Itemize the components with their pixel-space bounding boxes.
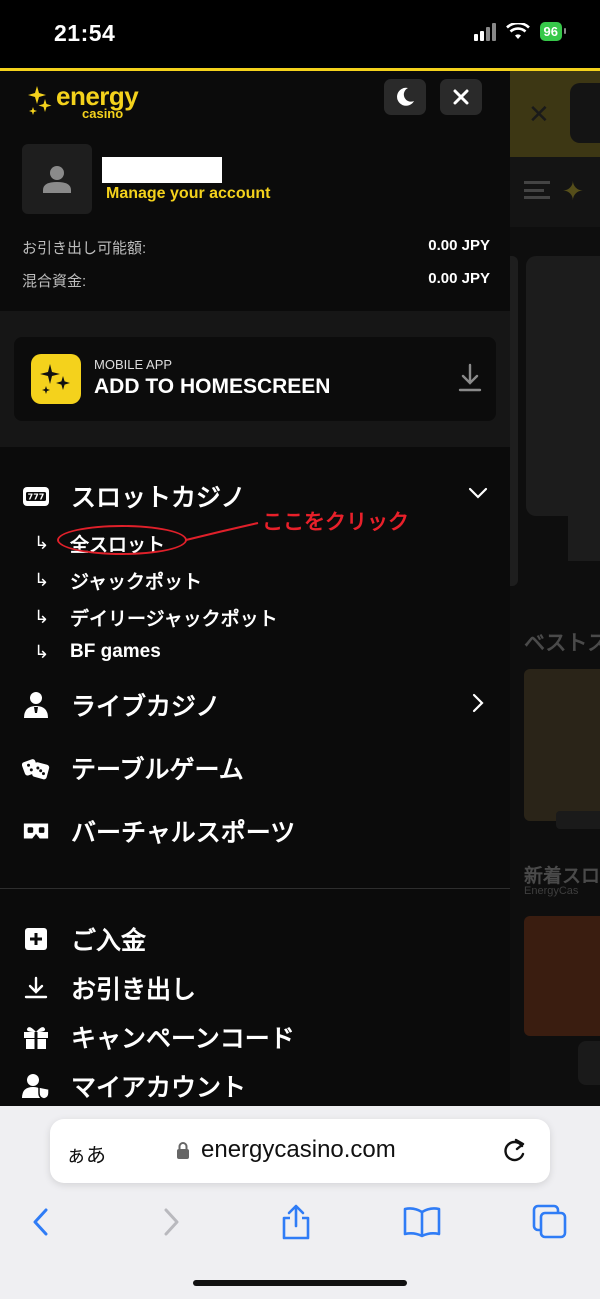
menu-item-label: ご入金 (71, 927, 147, 955)
back-button[interactable] (20, 1202, 60, 1242)
background-best-heading: ベストス (524, 632, 600, 655)
chevron-left-icon (33, 1208, 48, 1236)
background-page: ✕ ✦ ベストス 新着スロ EnergyCas (510, 71, 600, 1106)
page-settings-button[interactable]: ぁあ (66, 1139, 106, 1168)
background-close-icon: ✕ (528, 99, 550, 129)
tabs-button[interactable] (530, 1202, 570, 1242)
share-button[interactable] (276, 1202, 316, 1242)
menu-item-table-games[interactable]: テーブルゲーム (22, 750, 244, 786)
menu-divider (0, 888, 510, 889)
vr-headset-icon (22, 817, 50, 845)
plus-square-icon (22, 925, 50, 953)
url-text[interactable]: energycasino.com (201, 1136, 396, 1164)
background-app-logo (570, 83, 600, 143)
user-shield-icon (22, 1072, 50, 1100)
background-game-thumb (524, 669, 600, 821)
wifi-icon (505, 22, 530, 39)
home-indicator (193, 1280, 407, 1286)
menu-item-label: バーチャルスポーツ (71, 819, 296, 847)
menu-item-withdraw[interactable]: お引き出し (22, 970, 196, 1006)
browser-toolbar: ぁあ energycasino.com (0, 1106, 600, 1299)
bookmarks-button[interactable] (402, 1202, 442, 1242)
annotation-pointer (185, 522, 259, 541)
cellular-signal-icon (473, 22, 496, 41)
menu-item-label: マイアカウント (71, 1074, 247, 1102)
menu-item-deposit[interactable]: ご入金 (22, 921, 146, 957)
address-bar[interactable]: ぁあ energycasino.com (50, 1119, 550, 1183)
gift-icon (22, 1023, 50, 1051)
side-drawer: energy casino Manage your account お引き出し可… (0, 71, 510, 1106)
background-new-subheading: EnergyCas (524, 885, 579, 897)
menu-item-label: テーブルゲーム (71, 756, 244, 784)
forward-button[interactable] (152, 1202, 192, 1242)
background-logo-mark: ✦ (562, 176, 584, 206)
menu-item-label: ライブカジノ (71, 693, 221, 721)
hamburger-menu-icon (524, 181, 550, 199)
background-banner (526, 256, 600, 516)
menu-item-label: お引き出し (71, 976, 197, 1004)
background-new-heading: 新着スロ (524, 866, 600, 887)
share-icon (282, 1204, 310, 1240)
status-time: 21:54 (54, 20, 116, 46)
tabs-icon (532, 1204, 567, 1239)
annotation-text: ここをクリック (262, 511, 409, 534)
menu-item-my-account[interactable]: マイアカウント (22, 1068, 246, 1104)
menu-item-virtual-sports[interactable]: バーチャルスポーツ (22, 813, 295, 849)
book-icon (403, 1207, 441, 1238)
background-game-thumb (524, 916, 600, 1036)
menu-item-live-casino[interactable]: ライブカジノ (22, 687, 221, 723)
reload-icon[interactable] (502, 1136, 528, 1164)
status-bar: 21:54 96 (0, 0, 600, 68)
download-tray-icon (22, 974, 50, 1002)
chevron-right-icon (164, 1208, 179, 1236)
chevron-right-icon[interactable] (472, 693, 484, 713)
status-icons: 96 (473, 22, 567, 41)
menu-item-campaign-code[interactable]: キャンペーンコード (22, 1019, 295, 1055)
lock-icon (177, 1142, 189, 1159)
battery-indicator: 96 (539, 22, 567, 41)
dealer-icon (22, 691, 50, 719)
dice-icon (22, 754, 50, 782)
menu-item-label: キャンペーンコード (71, 1025, 295, 1053)
